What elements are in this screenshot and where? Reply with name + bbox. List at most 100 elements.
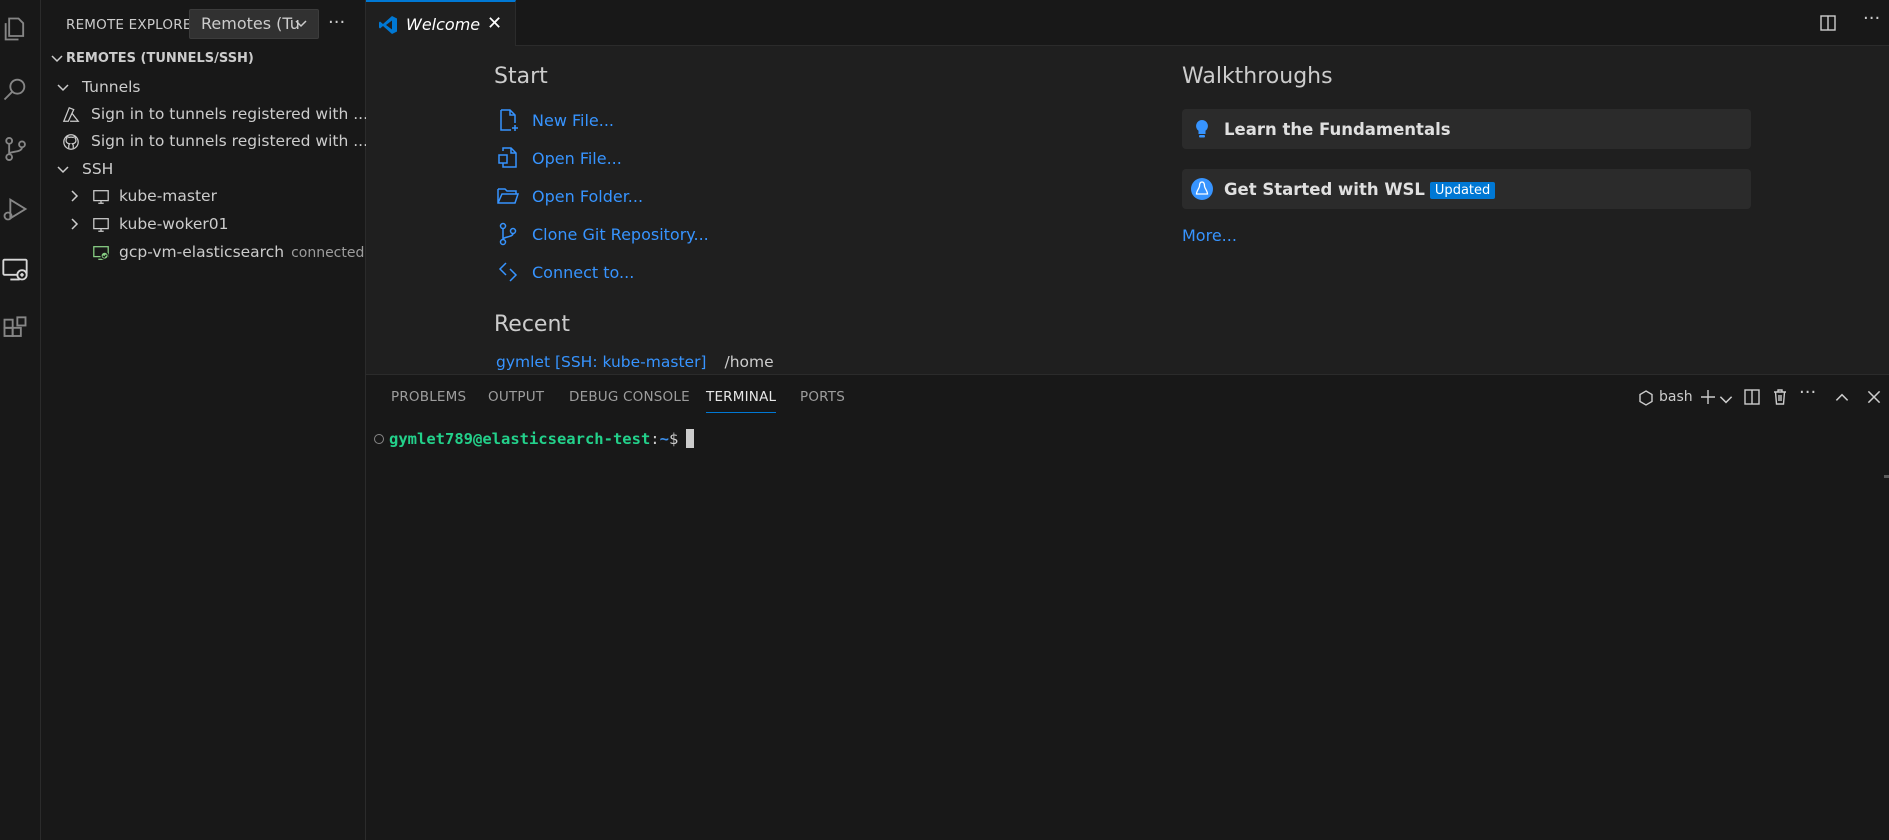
azure-icon xyxy=(61,105,81,125)
start-heading: Start xyxy=(494,64,548,89)
close-icon[interactable]: ✕ xyxy=(487,13,502,34)
recent-item-link[interactable]: gymlet [SSH: kube-master] xyxy=(496,353,706,371)
lightbulb-icon xyxy=(1190,117,1214,141)
run-debug-icon[interactable] xyxy=(0,192,30,226)
tunnel-item-label: Sign in to tunnels registered with ... xyxy=(91,105,369,123)
tab-problems[interactable]: PROBLEMS xyxy=(391,389,466,405)
recent-item: gymlet [SSH: kube-master] /home xyxy=(496,353,774,371)
tunnel-signin-azure[interactable]: Sign in to tunnels registered with ... xyxy=(41,101,369,128)
ssh-group[interactable]: SSH xyxy=(41,156,366,183)
search-icon[interactable] xyxy=(0,72,30,106)
activity-bar xyxy=(0,0,41,840)
prompt-symbol: $ xyxy=(668,430,679,448)
remote-explorer-icon[interactable] xyxy=(0,252,30,286)
terminal-name[interactable]: bash xyxy=(1659,389,1693,405)
walkthroughs-heading: Walkthroughs xyxy=(1182,64,1333,89)
ssh-host-kube-woker01[interactable]: kube-woker01 xyxy=(41,211,366,238)
terminal-scrollbar-marker xyxy=(1884,475,1889,478)
walkthrough-label: Get Started with WSL xyxy=(1224,180,1425,199)
more-actions-icon[interactable]: ··· xyxy=(1799,382,1816,403)
source-control-icon[interactable] xyxy=(0,132,30,166)
chevron-down-icon[interactable] xyxy=(1717,390,1735,412)
split-terminal-icon[interactable] xyxy=(1743,388,1761,410)
trash-icon[interactable] xyxy=(1771,388,1789,410)
start-item-label: New File... xyxy=(532,111,615,130)
command-decoration-icon xyxy=(374,434,384,444)
start-item-label: Open File... xyxy=(532,149,622,168)
terminal[interactable]: gymlet789@elasticsearch-test:~$ xyxy=(366,417,1889,840)
tab-welcome[interactable]: Welcome ✕ xyxy=(366,0,516,46)
chevron-right-icon xyxy=(66,188,82,208)
prompt-colon: : xyxy=(650,430,660,448)
start-item-label: Open Folder... xyxy=(532,187,644,206)
panel-tabs: PROBLEMS OUTPUT DEBUG CONSOLE TERMINAL P… xyxy=(366,375,1889,417)
new-terminal-icon[interactable] xyxy=(1699,388,1717,410)
updated-badge: Updated xyxy=(1429,182,1496,199)
chevron-down-icon xyxy=(293,15,309,35)
maximize-panel-icon[interactable] xyxy=(1833,388,1851,410)
walkthrough-learn-fundamentals[interactable]: Learn the Fundamentals xyxy=(1182,109,1751,149)
explorer-icon[interactable] xyxy=(0,12,30,46)
ssh-host-gcp-vm-elasticsearch[interactable]: gcp-vm-elasticsearch connected xyxy=(41,239,366,266)
ssh-host-label: kube-master xyxy=(119,187,217,205)
tab-output[interactable]: OUTPUT xyxy=(488,389,544,405)
remotes-section-header[interactable]: REMOTES (TUNNELS/SSH) xyxy=(41,48,366,70)
chevron-down-icon xyxy=(55,161,71,181)
more-walkthroughs-link[interactable]: More... xyxy=(1182,226,1237,245)
close-icon[interactable] xyxy=(1865,388,1883,410)
panel-actions: bash ··· xyxy=(1629,382,1889,412)
prompt-user-host: gymlet789@elasticsearch-test xyxy=(389,430,651,448)
tab-ports[interactable]: PORTS xyxy=(800,389,845,405)
remote-connect-icon xyxy=(496,260,522,286)
connected-monitor-icon xyxy=(91,243,111,263)
sidebar: REMOTE EXPLORER Remotes (Tu ··· REMOTES … xyxy=(41,0,369,840)
sidebar-title: REMOTE EXPLORER xyxy=(66,17,202,33)
tunnels-group[interactable]: Tunnels xyxy=(41,74,366,101)
connection-status: connected xyxy=(291,245,365,261)
open-folder-icon xyxy=(496,184,522,210)
more-actions-icon[interactable]: ··· xyxy=(1863,8,1880,29)
open-file-icon xyxy=(496,146,522,172)
remotes-dropdown[interactable]: Remotes (Tu xyxy=(189,9,319,39)
new-file-icon xyxy=(496,108,522,134)
terminal-shell-icon xyxy=(1637,389,1655,411)
terminal-cursor xyxy=(686,429,695,448)
git-branch-icon xyxy=(496,222,522,248)
sidebar-header: REMOTE EXPLORER Remotes (Tu ··· xyxy=(41,6,366,42)
more-actions-icon[interactable]: ··· xyxy=(328,12,345,33)
welcome-page: Start New File... Open File... Open Fold… xyxy=(366,46,1889,374)
recent-heading: Recent xyxy=(494,312,571,337)
start-item-label: Clone Git Repository... xyxy=(532,225,709,244)
walkthrough-label: Learn the Fundamentals xyxy=(1224,120,1451,139)
chevron-down-icon xyxy=(55,79,71,99)
ssh-host-label: kube-woker01 xyxy=(119,215,229,233)
section-title: REMOTES (TUNNELS/SSH) xyxy=(66,51,254,66)
vscode-icon xyxy=(378,15,398,39)
editor-area: Welcome ✕ ··· Start New File... Open Fil… xyxy=(366,0,1889,374)
tab-bar: Welcome ✕ ··· xyxy=(366,0,1889,46)
terminal-prompt-line: gymlet789@elasticsearch-test:~$ xyxy=(374,429,695,448)
walkthrough-get-started-wsl[interactable]: Get Started with WSL Updated xyxy=(1182,169,1751,209)
ssh-host-kube-master[interactable]: kube-master xyxy=(41,183,366,210)
linux-icon xyxy=(1190,177,1214,201)
start-item-label: Connect to... xyxy=(532,263,635,282)
tunnels-label: Tunnels xyxy=(82,78,141,96)
ssh-host-label: gcp-vm-elasticsearch xyxy=(119,243,285,261)
split-editor-icon[interactable] xyxy=(1819,14,1837,36)
extensions-icon[interactable] xyxy=(0,312,30,346)
tab-debug-console[interactable]: DEBUG CONSOLE xyxy=(569,389,690,405)
ssh-label: SSH xyxy=(82,160,114,178)
chevron-down-icon xyxy=(49,50,65,70)
bottom-panel: PROBLEMS OUTPUT DEBUG CONSOLE TERMINAL P… xyxy=(366,374,1889,840)
tab-label: Welcome xyxy=(406,15,481,34)
monitor-icon xyxy=(91,215,111,235)
remotes-dropdown-value: Remotes (Tu xyxy=(201,14,300,33)
prompt-path: ~ xyxy=(659,430,669,448)
recent-item-path: /home xyxy=(724,353,774,371)
tab-terminal[interactable]: TERMINAL xyxy=(706,389,777,413)
tunnel-item-label: Sign in to tunnels registered with ... xyxy=(91,132,369,150)
github-icon xyxy=(61,132,81,152)
monitor-icon xyxy=(91,187,111,207)
tunnel-signin-github[interactable]: Sign in to tunnels registered with ... xyxy=(41,128,369,155)
chevron-right-icon xyxy=(66,216,82,236)
